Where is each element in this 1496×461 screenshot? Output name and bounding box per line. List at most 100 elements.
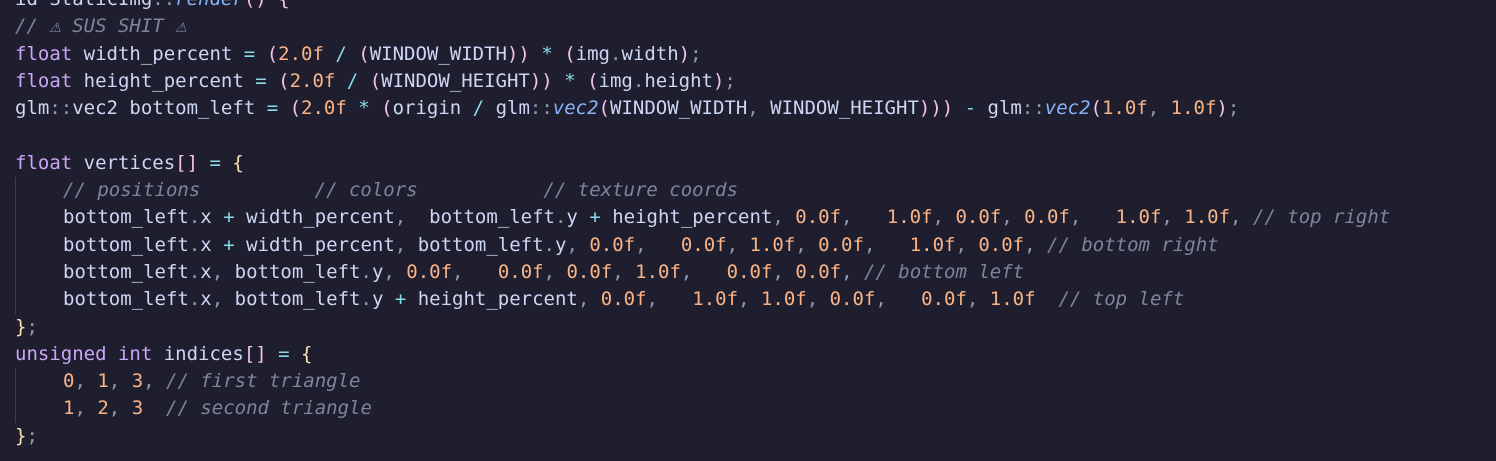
- code-token-comment: // top left: [1058, 288, 1185, 311]
- code-token-keyword: float: [15, 151, 73, 174]
- code-token-punct: ;: [26, 315, 38, 338]
- code-token-text: glm: [495, 97, 530, 120]
- code-token-punct: .: [188, 288, 201, 311]
- code-token-punct: ,: [211, 260, 235, 283]
- code-line[interactable]: bottom_left.x + width_percent, bottom_le…: [15, 231, 1496, 259]
- code-token-number: 0.0f: [600, 288, 647, 311]
- code-token-punct: ,: [747, 97, 771, 120]
- code-token-punct: .: [188, 260, 201, 283]
- code-token-punct: ,: [863, 233, 910, 256]
- code-line[interactable]: 0, 1, 3, // first triangle: [15, 368, 1496, 396]
- code-token-operator: *: [552, 69, 588, 92]
- code-token-punct: .: [554, 206, 567, 229]
- code-token-number: 1.0f: [989, 288, 1036, 311]
- code-token-text: x: [200, 260, 212, 283]
- code-token-number: 2.0f: [289, 69, 336, 92]
- code-token-brace: {: [232, 151, 244, 174]
- code-token-punct: [1036, 288, 1059, 310]
- code-token-paren: (: [266, 42, 279, 65]
- code-token-operator: =: [266, 97, 279, 120]
- code-token-text: width_percent: [246, 233, 395, 256]
- code-token-text: WINDOW_WIDTH: [369, 42, 507, 65]
- code-token-operator: *: [529, 42, 565, 65]
- code-token-number: 0.0f: [818, 233, 864, 256]
- code-token-function: vec2: [1044, 97, 1091, 120]
- code-token-punct: ,: [108, 397, 132, 420]
- code-token-punct: ,: [143, 370, 167, 393]
- code-line[interactable]: float width_percent = (2.0f / (WINDOW_WI…: [15, 41, 1496, 68]
- code-line[interactable]: float vertices[] = {: [15, 150, 1496, 177]
- code-token-punct: ,: [394, 206, 430, 229]
- code-token-text: origin: [392, 97, 462, 120]
- code-token-text: height: [644, 69, 713, 92]
- code-line[interactable]: 1, 2, 3 // second triangle: [15, 395, 1496, 423]
- code-view[interactable]: id StaticImg::render() {// ⚠ SUS SHIT ⚠f…: [15, 0, 1496, 450]
- code-token-text: height_percent: [417, 288, 578, 311]
- code-line[interactable]: bottom_left.x, bottom_left.y, 0.0f, 0.0f…: [15, 258, 1496, 287]
- code-token-text: bottom_left: [234, 288, 361, 311]
- code-token-paren: () {: [244, 0, 290, 10]
- code-token-text: bottom_left: [63, 260, 189, 283]
- code-token-paren: (: [369, 69, 382, 92]
- code-token-punct: ,: [543, 260, 567, 283]
- code-token-punct: ::: [49, 97, 73, 120]
- code-token-comment: // first triangle: [166, 370, 361, 393]
- code-line[interactable]: // ⚠ SUS SHIT ⚠: [15, 13, 1496, 40]
- code-token-punct: ,: [74, 397, 98, 420]
- code-token-operator: =: [266, 342, 302, 365]
- code-token-operator: +: [383, 288, 418, 311]
- code-token-number: 1: [63, 397, 75, 420]
- code-token-number: 0.0f: [726, 260, 773, 283]
- code-token-brace: }: [15, 315, 27, 338]
- code-token-comment: // ⚠ SUS SHIT ⚠: [15, 15, 187, 38]
- code-token-punct: ,: [1161, 206, 1185, 229]
- code-token-paren: )): [529, 69, 553, 92]
- code-token-punct: ,: [635, 233, 681, 256]
- code-token-punct: ::: [529, 97, 553, 120]
- code-token-text: glm: [987, 97, 1022, 120]
- code-line[interactable]: };: [15, 423, 1496, 450]
- code-token-number: 1.0f: [1115, 206, 1162, 229]
- code-token-number: 3: [131, 397, 144, 420]
- code-token-punct: ,: [211, 288, 235, 311]
- code-token-number: 1.0f: [692, 288, 739, 311]
- code-token-punct: ;: [26, 424, 38, 447]
- code-token-number: 0.0f: [566, 260, 613, 283]
- code-token-number: 0.0f: [921, 288, 967, 311]
- code-token-text: width_percent: [246, 206, 395, 229]
- code-line[interactable]: glm::vec2 bottom_left = (2.0f * (origin …: [15, 95, 1496, 122]
- code-line[interactable]: [15, 122, 1496, 149]
- code-token-paren: ): [678, 42, 691, 65]
- code-token-text: x: [200, 288, 212, 311]
- code-token-text: glm: [15, 97, 50, 120]
- code-token-punct: ,: [806, 288, 830, 311]
- code-token-number: 1.0f: [1184, 206, 1231, 229]
- code-token-punct: ,: [680, 260, 727, 283]
- code-token-punct: ::: [1021, 97, 1045, 120]
- code-token-comment: // second triangle: [166, 397, 372, 420]
- code-token-number: 0.0f: [589, 233, 636, 256]
- code-token-paren: (: [358, 42, 370, 65]
- indent-guide: [15, 231, 16, 259]
- code-line[interactable]: // positions // colors // texture coords: [15, 177, 1496, 205]
- code-token-number: 2: [97, 397, 109, 420]
- code-editor[interactable]: id StaticImg::render() {// ⚠ SUS SHIT ⚠f…: [0, 0, 1496, 461]
- code-token-text: x: [200, 206, 212, 229]
- code-line[interactable]: unsigned int indices[] = {: [15, 341, 1496, 368]
- code-token-number: 0.0f: [406, 260, 453, 283]
- code-token-keyword: float: [15, 42, 73, 65]
- code-line[interactable]: };: [15, 314, 1496, 341]
- code-token-number: 0.0f: [680, 233, 727, 256]
- indent-guide: [15, 258, 16, 287]
- code-token-punct: ,: [566, 233, 590, 256]
- code-line[interactable]: id StaticImg::render() {: [15, 0, 1496, 13]
- code-line[interactable]: bottom_left.x, bottom_left.y + height_pe…: [15, 286, 1496, 314]
- code-token-punct: ,: [841, 260, 864, 283]
- code-line[interactable]: float height_percent = (2.0f / (WINDOW_H…: [15, 68, 1496, 95]
- code-token-number: 0.0f: [955, 206, 1002, 229]
- code-line[interactable]: bottom_left.x + width_percent, bottom_le…: [15, 204, 1496, 232]
- code-token-brace: {: [301, 342, 313, 365]
- code-token-text: vertices: [72, 151, 176, 174]
